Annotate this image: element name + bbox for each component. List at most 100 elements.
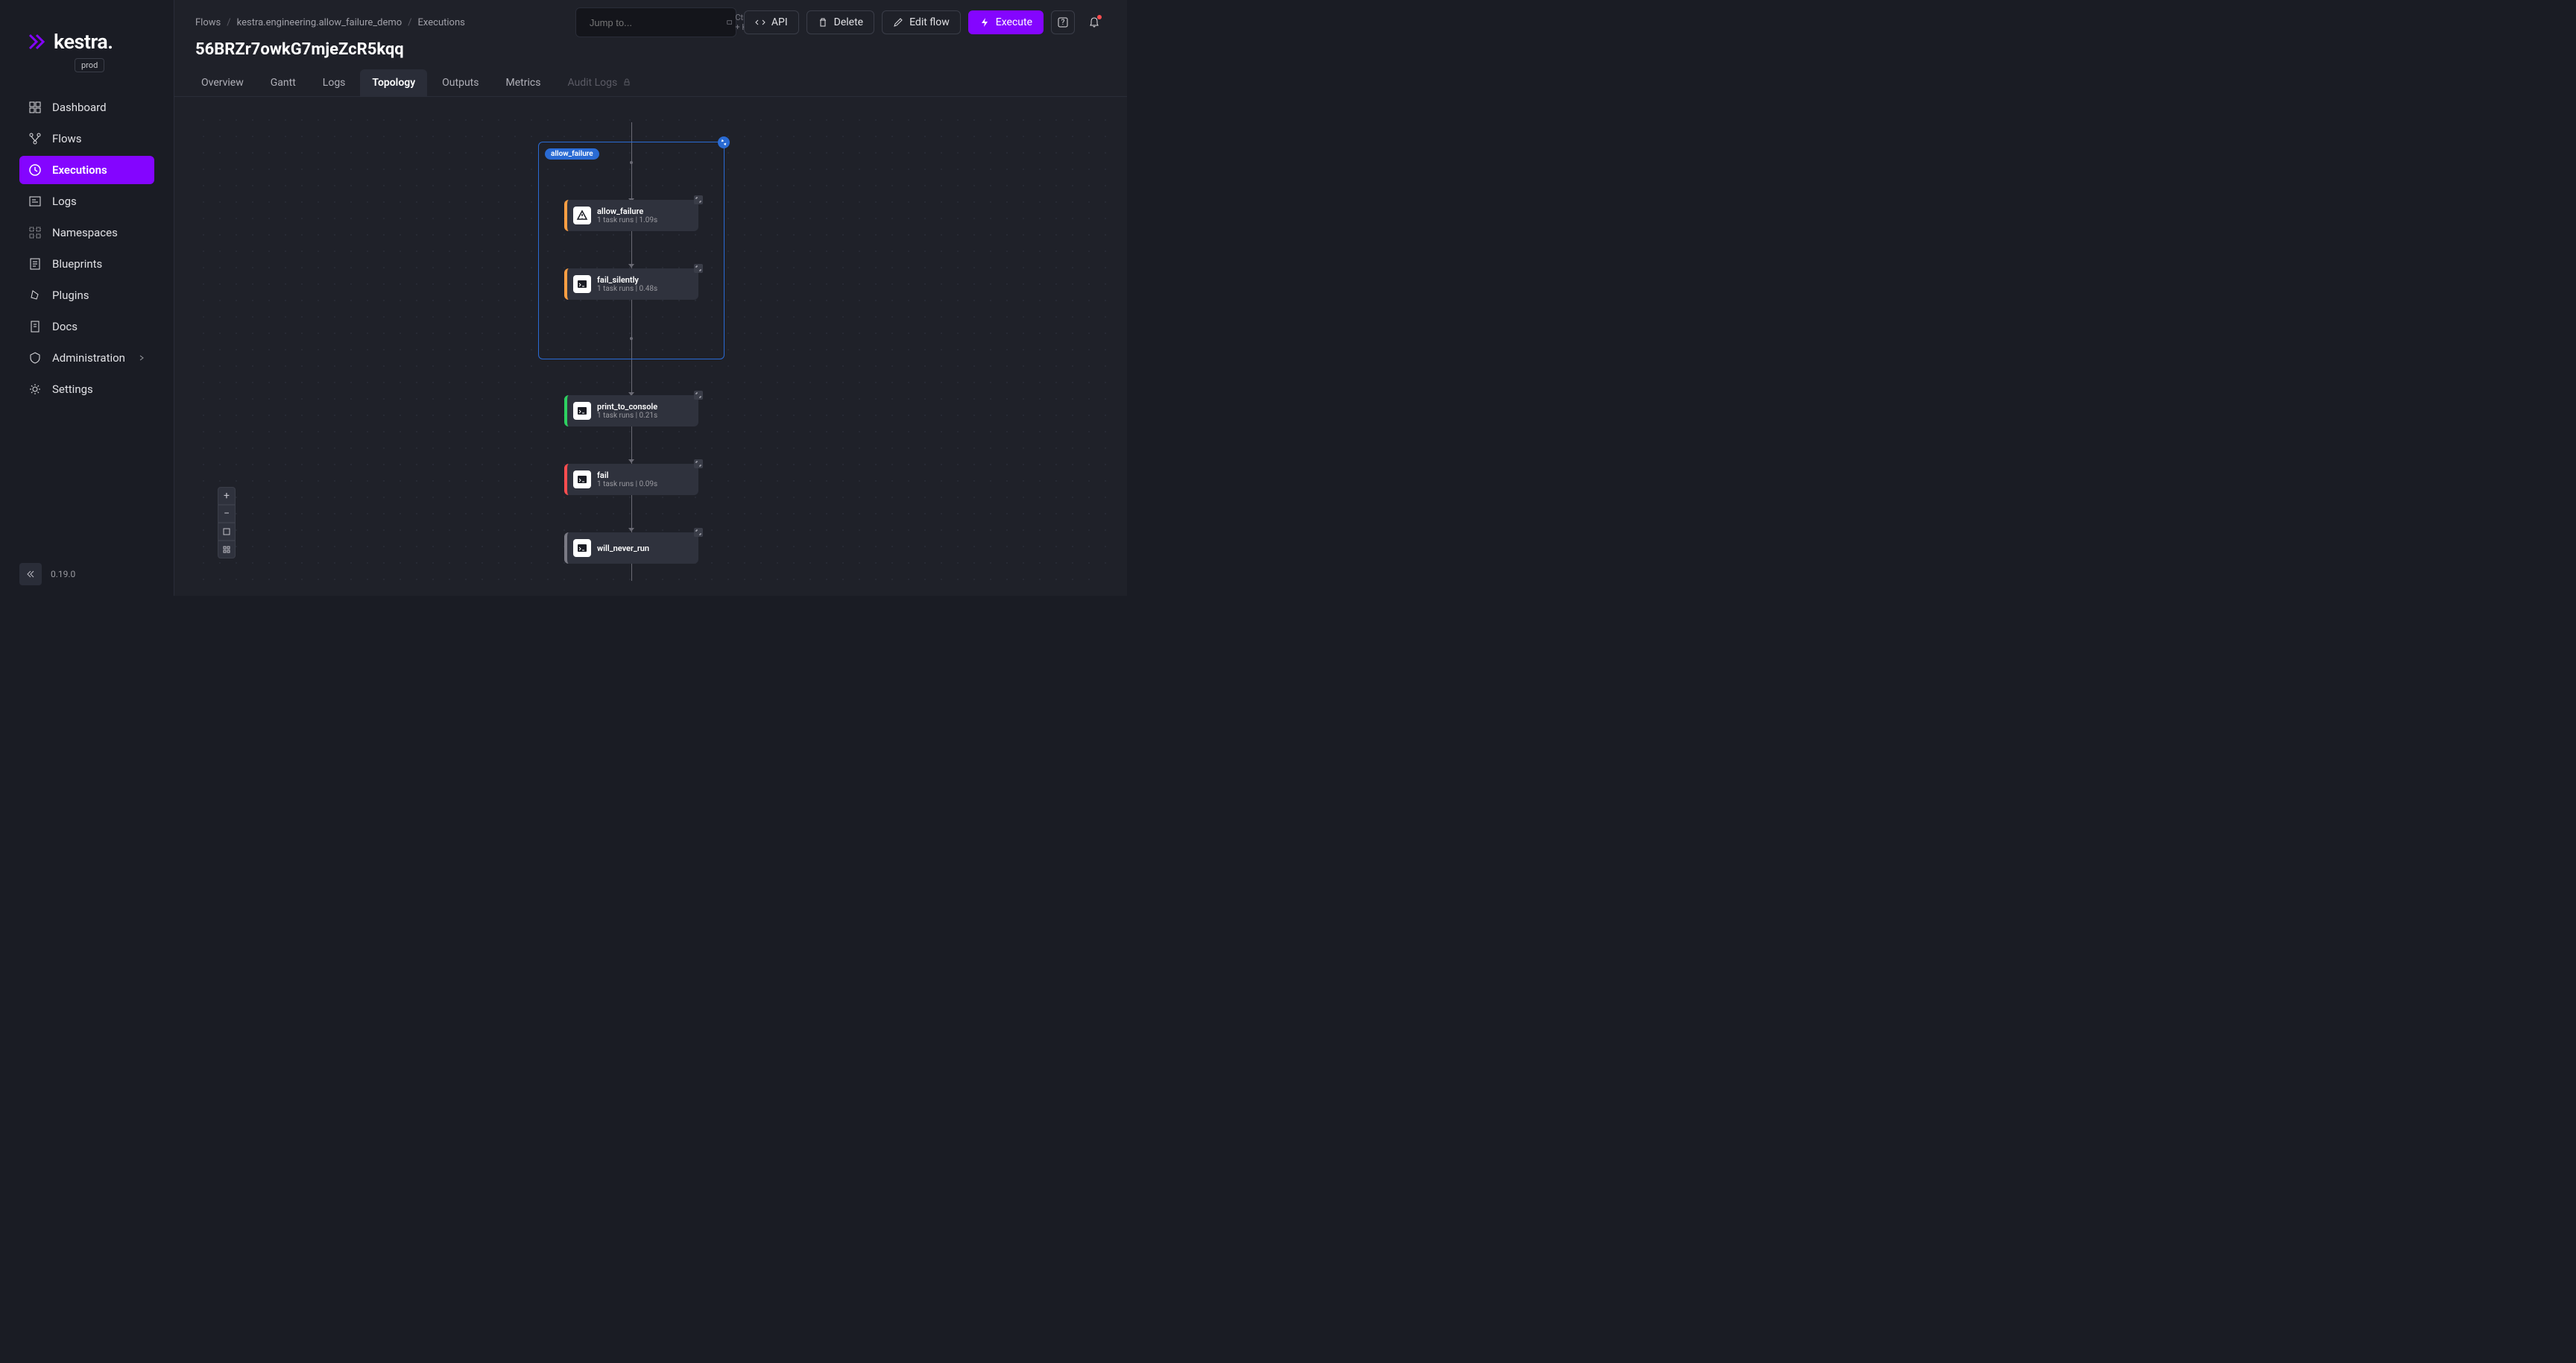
node-fail-silently[interactable]: fail_silently 1 task runs | 0.48s — [564, 268, 698, 300]
expand-node-button[interactable] — [694, 528, 703, 537]
executions-icon — [28, 163, 42, 177]
title-row: 56BRZr7owkG7mjeZcR5kqq — [174, 37, 1127, 69]
gear-icon — [28, 383, 42, 396]
logo-icon — [27, 32, 46, 51]
expand-icon — [695, 461, 701, 467]
collapse-group-button[interactable] — [718, 136, 730, 148]
sidebar-item-dashboard[interactable]: Dashboard — [19, 93, 154, 122]
tab-overview[interactable]: Overview — [189, 69, 256, 96]
warning-icon — [573, 207, 591, 224]
sidebar-item-docs[interactable]: Docs — [19, 312, 154, 341]
notification-dot — [1097, 15, 1102, 19]
expand-icon — [695, 529, 701, 535]
tab-metrics[interactable]: Metrics — [494, 69, 553, 96]
node-title: fail — [597, 470, 692, 480]
edge — [631, 564, 632, 581]
fit-view-button[interactable] — [218, 523, 236, 541]
sidebar-item-label: Settings — [52, 383, 93, 396]
notifications-button[interactable] — [1082, 10, 1106, 34]
node-title: will_never_run — [597, 544, 692, 553]
expand-node-button[interactable] — [694, 391, 703, 400]
navigation: Dashboard Flows Executions Logs — [0, 83, 174, 553]
sidebar-item-blueprints[interactable]: Blueprints — [19, 250, 154, 278]
admin-icon — [28, 351, 42, 365]
edit-flow-button[interactable]: Edit flow — [882, 10, 961, 34]
fit-icon — [222, 527, 231, 536]
svg-text:?: ? — [1061, 19, 1065, 27]
execute-button[interactable]: Execute — [968, 10, 1044, 34]
sidebar-item-label: Flows — [52, 132, 82, 145]
sidebar-item-namespaces[interactable]: Namespaces — [19, 218, 154, 247]
env-badge: prod — [75, 58, 104, 72]
breadcrumb-link[interactable]: Executions — [418, 17, 465, 28]
arrow-icon — [628, 459, 634, 463]
expand-icon — [695, 197, 701, 203]
expand-node-button[interactable] — [694, 195, 703, 204]
tab-outputs[interactable]: Outputs — [430, 69, 490, 96]
api-button[interactable]: API — [744, 10, 799, 34]
arrow-icon — [628, 528, 634, 532]
node-will-never-run[interactable]: will_never_run — [564, 532, 698, 564]
terminal-icon — [573, 402, 591, 420]
search-input[interactable] — [590, 17, 721, 28]
sidebar-item-label: Administration — [52, 351, 125, 365]
terminal-icon — [573, 275, 591, 293]
node-fail[interactable]: fail 1 task runs | 0.09s — [564, 464, 698, 495]
flows-icon — [28, 132, 42, 145]
sidebar-item-flows[interactable]: Flows — [19, 125, 154, 153]
help-icon: ? — [1057, 16, 1069, 28]
breadcrumb-link[interactable]: kestra.engineering.allow_failure_demo — [237, 17, 402, 28]
topology-canvas[interactable]: allow_failure allow_failure 1 task runs … — [195, 112, 1106, 581]
keyboard-icon — [727, 19, 732, 26]
canvas-controls: + − — [218, 487, 236, 558]
tab-audit-logs: Audit Logs — [555, 69, 642, 96]
node-print-to-console[interactable]: print_to_console 1 task runs | 0.21s — [564, 395, 698, 426]
logo-area: kestra. prod — [0, 0, 174, 83]
expand-node-button[interactable] — [694, 264, 703, 273]
expand-icon — [695, 392, 701, 398]
tab-topology[interactable]: Topology — [360, 69, 427, 96]
group-label: allow_failure — [545, 148, 599, 160]
node-allow-failure[interactable]: allow_failure 1 task runs | 1.09s — [564, 200, 698, 231]
sidebar-item-label: Plugins — [52, 289, 89, 302]
sidebar-item-logs[interactable]: Logs — [19, 187, 154, 215]
group-allow-failure[interactable]: allow_failure — [538, 142, 724, 359]
pencil-icon — [893, 17, 903, 28]
sidebar-item-settings[interactable]: Settings — [19, 375, 154, 403]
search-box[interactable]: Ctrl/Cmd + K — [575, 7, 736, 37]
sidebar-item-label: Blueprints — [52, 257, 102, 271]
tab-gantt[interactable]: Gantt — [259, 69, 308, 96]
expand-node-button[interactable] — [694, 459, 703, 468]
plugins-icon — [28, 289, 42, 302]
node-subtitle: 1 task runs | 0.21s — [597, 412, 692, 420]
breadcrumbs: Flows / kestra.engineering.allow_failure… — [195, 17, 465, 28]
tab-logs[interactable]: Logs — [311, 69, 358, 96]
brand-name: kestra. — [54, 30, 113, 54]
layout-button[interactable] — [218, 541, 236, 558]
sidebar-item-plugins[interactable]: Plugins — [19, 281, 154, 309]
layout-icon — [222, 545, 231, 554]
edge — [631, 426, 632, 464]
sidebar-item-label: Executions — [52, 163, 107, 177]
page-title: 56BRZr7owkG7mjeZcR5kqq — [195, 40, 1106, 59]
help-button[interactable]: ? — [1051, 10, 1075, 34]
breadcrumb-separator: / — [408, 17, 411, 28]
topbar-actions: Ctrl/Cmd + K API Delete Edit flow — [575, 7, 1106, 37]
zoom-out-button[interactable]: − — [218, 505, 236, 523]
blueprints-icon — [28, 257, 42, 271]
zoom-in-button[interactable]: + — [218, 487, 236, 505]
breadcrumb-link[interactable]: Flows — [195, 17, 221, 28]
logs-icon — [28, 195, 42, 208]
sidebar-item-label: Namespaces — [52, 226, 118, 239]
terminal-icon — [573, 470, 591, 488]
delete-button[interactable]: Delete — [806, 10, 874, 34]
sidebar-item-administration[interactable]: Administration — [19, 344, 154, 372]
collapse-sidebar-button[interactable] — [19, 563, 42, 585]
trash-icon — [818, 17, 828, 28]
sidebar-item-executions[interactable]: Executions — [19, 156, 154, 184]
expand-icon — [695, 265, 701, 271]
node-subtitle: 1 task runs | 0.48s — [597, 285, 692, 293]
docs-icon — [28, 320, 42, 333]
lock-icon — [623, 78, 631, 86]
logo[interactable]: kestra. — [27, 30, 147, 54]
